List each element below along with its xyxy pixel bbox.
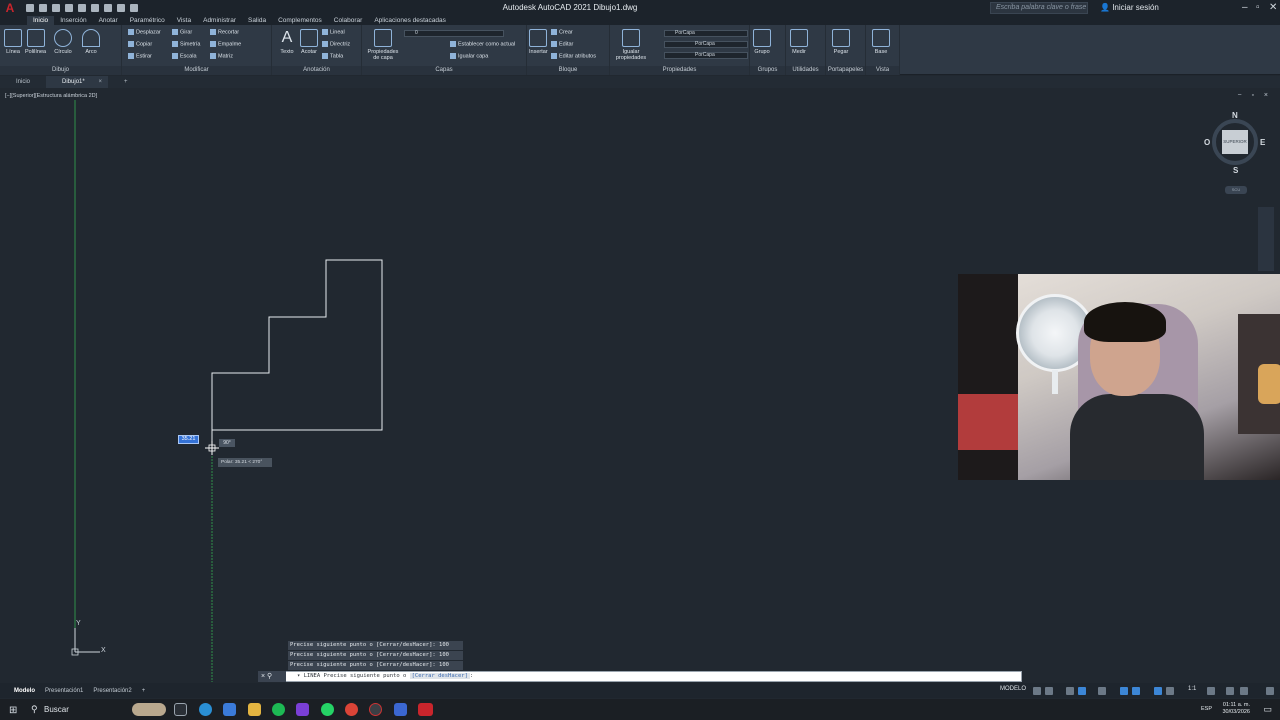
crosshair-cursor bbox=[205, 441, 219, 455]
polar-tooltip: Polar: 35.21 < 270° bbox=[218, 458, 272, 467]
app-blue-icon[interactable] bbox=[394, 703, 407, 716]
widget-weather-icon[interactable] bbox=[132, 703, 166, 716]
taskbar-date: 30/03/2026 bbox=[1222, 709, 1250, 715]
command-line-input[interactable]: ▾ LINEA Precise siguiente punto o [Cerra… bbox=[258, 671, 1022, 682]
webcam-toy bbox=[1258, 364, 1280, 404]
whatsapp-icon[interactable] bbox=[321, 703, 334, 716]
angle-tooltip: 90° bbox=[219, 439, 235, 447]
compass-west[interactable]: O bbox=[1204, 138, 1210, 147]
layout-tab-presentacion1[interactable]: Presentación1 bbox=[40, 688, 88, 694]
webcam-red-object bbox=[958, 394, 1018, 450]
command-prompt: ▾ LINEA Precise siguiente punto o [Cerra… bbox=[297, 673, 473, 679]
command-prompt-text: ▾ LINEA Precise siguiente punto o bbox=[297, 673, 410, 679]
language-indicator[interactable]: ESP bbox=[1201, 706, 1212, 712]
task-view-icon[interactable] bbox=[174, 703, 187, 716]
edge-icon[interactable] bbox=[199, 703, 212, 716]
search-icon: ⚲ bbox=[31, 704, 38, 714]
store-icon[interactable] bbox=[223, 703, 236, 716]
webcam-fan-pole bbox=[1052, 370, 1058, 394]
layout-tab-modelo[interactable]: Modelo bbox=[0, 688, 40, 694]
add-layout-button[interactable]: + bbox=[137, 688, 151, 694]
grid-icon[interactable] bbox=[1033, 687, 1041, 695]
compass-east[interactable]: E bbox=[1260, 138, 1265, 147]
compass-south[interactable]: S bbox=[1233, 166, 1238, 175]
object-snap-tracking-icon[interactable] bbox=[1120, 687, 1128, 695]
command-history-line: Precise siguiente punto o [Cerrar/desHac… bbox=[288, 661, 463, 670]
stepped-polyline bbox=[211, 259, 383, 431]
polar-icon[interactable] bbox=[1078, 687, 1086, 695]
isolate-objects-icon[interactable] bbox=[1226, 687, 1234, 695]
workspace-gear-icon[interactable] bbox=[1207, 687, 1215, 695]
command-history: Precise siguiente punto o [Cerrar/desHac… bbox=[288, 641, 463, 671]
spotify-icon[interactable] bbox=[272, 703, 285, 716]
command-line-buttons[interactable]: × ⚲ bbox=[258, 671, 286, 682]
compass-north[interactable]: N bbox=[1232, 111, 1238, 120]
ucs-y-label: Y bbox=[76, 620, 81, 627]
taskbar-time: 01:11 a. m. bbox=[1222, 702, 1250, 708]
annotation-visibility-icon[interactable] bbox=[1154, 687, 1162, 695]
layout-tab-presentacion2[interactable]: Presentación2 bbox=[88, 688, 136, 694]
obs-icon[interactable] bbox=[369, 703, 382, 716]
annotation-scale[interactable]: 1:1 bbox=[1188, 686, 1196, 692]
ucs-x-label: X bbox=[101, 647, 106, 654]
wcs-menu[interactable]: SCU bbox=[1225, 186, 1247, 194]
isodraft-icon[interactable] bbox=[1098, 687, 1106, 695]
ucs-icon bbox=[71, 628, 100, 656]
status-bar: Modelo Presentación1 Presentación2 + MOD… bbox=[0, 683, 1280, 698]
file-explorer-icon[interactable] bbox=[248, 703, 261, 716]
model-space-button[interactable]: MODELO bbox=[1000, 686, 1026, 692]
clean-screen-icon[interactable] bbox=[1240, 687, 1248, 695]
windows-start-icon[interactable]: ⊞ bbox=[9, 705, 17, 716]
viewcube-top-face[interactable]: SUPERIOR bbox=[1222, 130, 1248, 154]
taskbar-search-label: Buscar bbox=[44, 705, 69, 714]
app-purple-icon[interactable] bbox=[296, 703, 309, 716]
command-history-line: Precise siguiente punto o [Cerrar/desHac… bbox=[288, 651, 463, 660]
viewcube[interactable]: SUPERIOR N S E O bbox=[1204, 111, 1265, 175]
chrome-icon[interactable] bbox=[345, 703, 358, 716]
taskbar-search[interactable]: ⚲ Buscar bbox=[26, 702, 120, 717]
snap-icon[interactable] bbox=[1045, 687, 1053, 695]
notification-icon[interactable]: ▭ bbox=[1263, 704, 1272, 715]
command-options[interactable]: [Cerrar desHacer] bbox=[409, 673, 470, 679]
ortho-icon[interactable] bbox=[1066, 687, 1074, 695]
autocad-taskbar-icon[interactable] bbox=[418, 703, 433, 716]
navigation-bar[interactable] bbox=[1258, 207, 1274, 271]
windows-taskbar: ⊞ ⚲ Buscar ESP 01:11 a. m. 30/03/2026 ▭ bbox=[0, 699, 1280, 720]
autoscale-icon[interactable] bbox=[1166, 687, 1174, 695]
object-snap-icon[interactable] bbox=[1132, 687, 1140, 695]
taskbar-clock[interactable]: 01:11 a. m. 30/03/2026 bbox=[1222, 702, 1250, 716]
webcam-overlay bbox=[958, 274, 1280, 480]
customization-menu-icon[interactable] bbox=[1266, 687, 1274, 695]
command-suffix: : bbox=[469, 673, 474, 679]
dynamic-input-field[interactable]: 35.21 bbox=[178, 435, 199, 444]
webcam-person-body bbox=[1070, 394, 1204, 480]
webcam-person-hair bbox=[1084, 302, 1166, 342]
command-history-line: Precise siguiente punto o [Cerrar/desHac… bbox=[288, 641, 463, 650]
